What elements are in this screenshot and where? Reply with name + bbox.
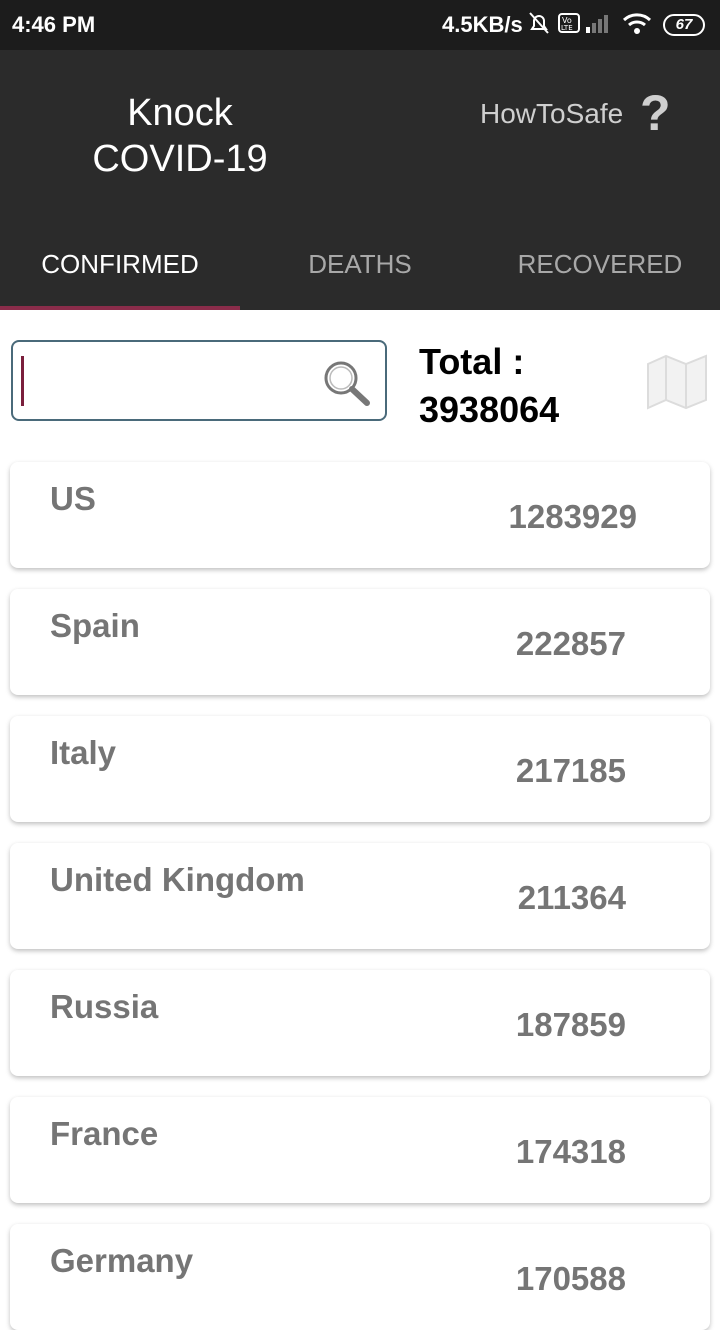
tab-bar: CONFIRMED DEATHS RECOVERED xyxy=(0,240,720,310)
mute-icon xyxy=(528,11,550,40)
volte-icon: Vo LTE xyxy=(558,11,580,40)
country-count: 211364 xyxy=(517,879,626,916)
status-time: 4:46 PM xyxy=(12,12,96,37)
country-name: Italy xyxy=(50,734,117,771)
app-title-line1: Knock xyxy=(127,92,233,134)
total-label: Total : xyxy=(419,341,525,382)
help-icon[interactable]: ? xyxy=(640,84,671,142)
search-input[interactable] xyxy=(11,340,387,421)
tab-confirmed[interactable]: CONFIRMED xyxy=(0,240,240,310)
country-count: 222857 xyxy=(515,625,626,662)
battery-icon: 67 xyxy=(663,14,705,36)
list-item[interactable]: France 174318 xyxy=(10,1097,710,1203)
list-item[interactable]: Russia 187859 xyxy=(10,970,710,1076)
app-header: Knock COVID-19 HowToSafe ? CONFIRMED DEA… xyxy=(0,50,720,310)
tab-recovered[interactable]: RECOVERED xyxy=(480,240,720,310)
list-item[interactable]: US 1283929 xyxy=(10,462,710,568)
map-icon[interactable] xyxy=(646,352,708,415)
list-item[interactable]: United Kingdom 211364 xyxy=(10,843,710,949)
country-name: Russia xyxy=(50,988,159,1025)
total-value: 3938064 xyxy=(419,389,560,430)
list-item[interactable]: Germany 170588 xyxy=(10,1224,710,1330)
text-cursor xyxy=(21,356,24,406)
svg-text:LTE: LTE xyxy=(561,24,573,32)
tab-indicator xyxy=(0,306,240,310)
country-name: France xyxy=(50,1115,159,1152)
country-count: 170588 xyxy=(515,1260,626,1297)
country-count: 187859 xyxy=(515,1006,626,1043)
status-bar: 4:46 PM 4.5KB/s Vo LTE 67 xyxy=(0,0,720,50)
signal-icon xyxy=(584,11,614,40)
country-name: Germany xyxy=(50,1242,194,1279)
total-summary: Total : 3938064 xyxy=(419,338,559,434)
country-count: 217185 xyxy=(515,752,626,789)
app-title-line2: COVID-19 xyxy=(92,138,268,180)
tab-deaths[interactable]: DEATHS xyxy=(240,240,480,310)
list-item[interactable]: Italy 217185 xyxy=(10,716,710,822)
list-item[interactable]: Spain 222857 xyxy=(10,589,710,695)
country-name: United Kingdom xyxy=(50,861,305,898)
howtosafe-link[interactable]: HowToSafe xyxy=(480,98,623,130)
search-icon[interactable] xyxy=(321,358,373,413)
network-speed: 4.5KB/s xyxy=(442,12,523,37)
country-name: US xyxy=(50,480,96,517)
wifi-icon xyxy=(622,11,652,40)
app-title: Knock COVID-19 xyxy=(60,90,300,182)
country-count: 174318 xyxy=(515,1133,626,1170)
country-name: Spain xyxy=(50,607,140,644)
country-count: 1283929 xyxy=(508,498,637,535)
